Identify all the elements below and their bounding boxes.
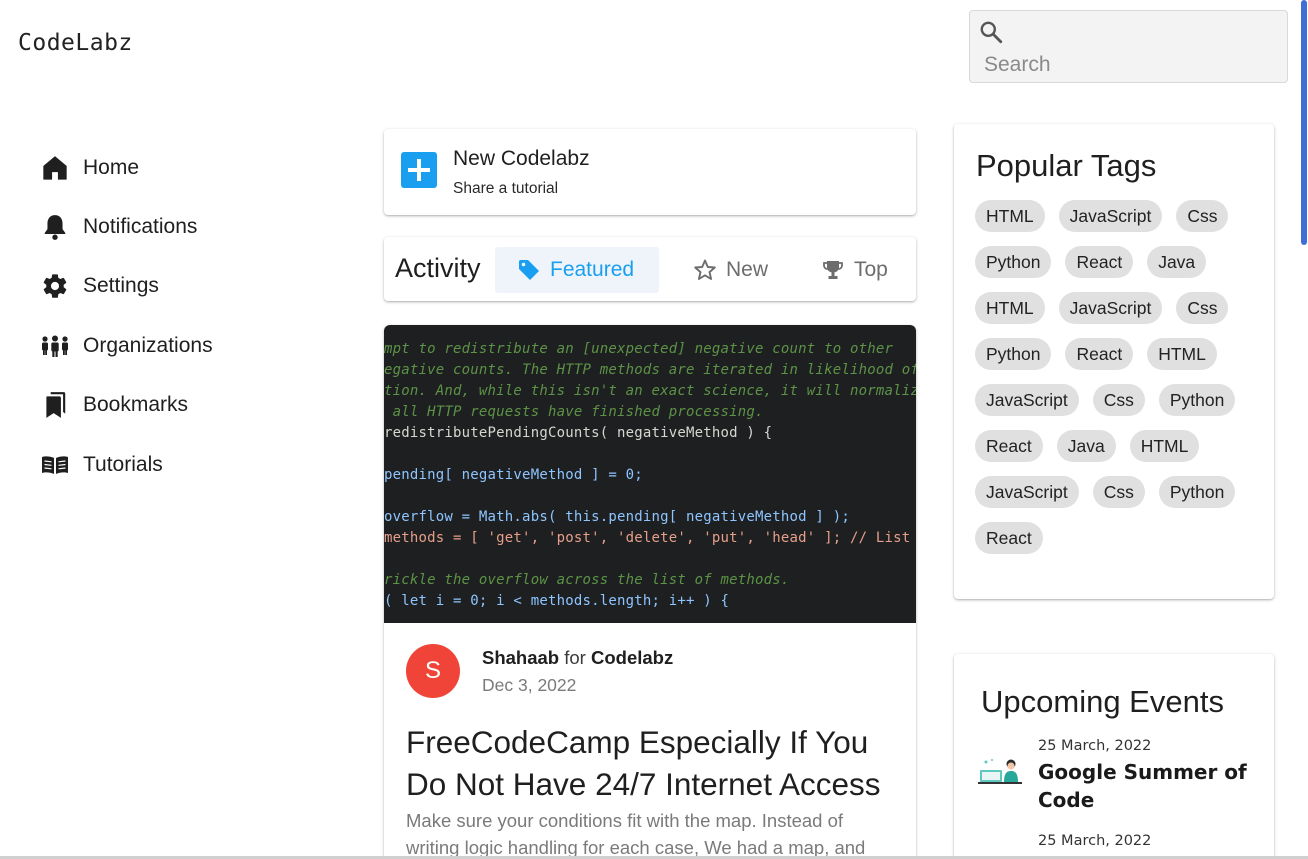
book-icon bbox=[40, 450, 70, 480]
tag-chip[interactable]: Python bbox=[975, 338, 1052, 370]
app-logo[interactable]: CodeLabz bbox=[18, 30, 133, 56]
popular-tags-heading: Popular Tags bbox=[976, 148, 1157, 183]
activity-bar: Activity Featured New Top bbox=[384, 237, 916, 301]
post-cover-image[interactable]: mpt to redistribute an [unexpected] nega… bbox=[384, 325, 916, 623]
tab-top[interactable]: Top bbox=[820, 247, 916, 293]
people-icon bbox=[40, 331, 70, 361]
tag-chip[interactable]: JavaScript bbox=[975, 384, 1079, 416]
tag-chip[interactable]: Python bbox=[1158, 476, 1236, 508]
upcoming-events-card: Upcoming Events 25 March, 2022 Google Su… bbox=[954, 654, 1274, 859]
code-line: overflow = Math.abs( this.pending[ negat… bbox=[384, 509, 850, 525]
post-excerpt: Make sure your conditions fit with the m… bbox=[406, 810, 866, 858]
tag-chip[interactable]: Java bbox=[1056, 430, 1116, 462]
trophy-icon bbox=[820, 257, 846, 283]
new-codelabz-subtitle: Share a tutorial bbox=[453, 180, 559, 197]
tag-chip[interactable]: JavaScript bbox=[1058, 200, 1163, 232]
search-icon bbox=[980, 21, 1003, 44]
search-box[interactable] bbox=[969, 10, 1288, 83]
tag-chip[interactable]: HTML bbox=[975, 200, 1045, 232]
tag-chip[interactable]: HTML bbox=[1129, 430, 1200, 462]
tab-new[interactable]: New bbox=[690, 247, 800, 293]
tag-list: HTML JavaScript Css Python React Java HTML Java… bbox=[975, 200, 1260, 554]
author-avatar[interactable]: S bbox=[406, 644, 460, 698]
activity-heading: Activity bbox=[395, 253, 481, 283]
org-name[interactable]: Codelabz bbox=[591, 647, 673, 668]
code-line: mpt to redistribute an [unexpected] nega… bbox=[384, 341, 894, 357]
code-line: redistributePendingCounts( negativeMetho… bbox=[384, 425, 773, 441]
bell-icon bbox=[40, 212, 70, 242]
tag-chip[interactable]: JavaScript bbox=[1058, 292, 1163, 324]
sidebar-item-label: Organizations bbox=[83, 333, 213, 357]
event-name[interactable]: Google Summer of Code bbox=[1038, 758, 1258, 814]
tag-chip[interactable]: React bbox=[975, 522, 1043, 554]
tag-chip[interactable]: Css bbox=[1176, 200, 1229, 232]
tag-chip[interactable]: React bbox=[1065, 246, 1134, 278]
tag-icon bbox=[516, 257, 542, 283]
upcoming-events-heading: Upcoming Events bbox=[981, 684, 1224, 719]
post-card[interactable]: mpt to redistribute an [unexpected] nega… bbox=[384, 325, 916, 859]
sidebar-item-organizations[interactable]: Organizations bbox=[40, 316, 213, 375]
sidebar-item-settings[interactable]: Settings bbox=[40, 257, 213, 316]
sidebar-item-home[interactable]: Home bbox=[40, 138, 213, 197]
tag-chip[interactable]: Css bbox=[1176, 292, 1229, 324]
tag-chip[interactable]: Java bbox=[1147, 246, 1207, 278]
for-text: for bbox=[564, 647, 586, 668]
sidebar-item-label: Home bbox=[83, 155, 140, 179]
tag-chip[interactable]: React bbox=[1065, 338, 1134, 370]
new-codelabz-title: New Codelabz bbox=[453, 147, 590, 170]
tag-chip[interactable]: Python bbox=[975, 246, 1052, 278]
star-icon bbox=[692, 257, 718, 283]
code-line: rickle the overflow across the list of m… bbox=[384, 572, 790, 588]
sidebar-item-tutorials[interactable]: Tutorials bbox=[40, 435, 213, 494]
sidebar-item-notifications[interactable]: Notifications bbox=[40, 197, 213, 256]
code-line: pending[ negativeMethod ] = 0; bbox=[384, 467, 643, 483]
search-input[interactable] bbox=[984, 53, 1274, 77]
gear-icon bbox=[40, 271, 70, 301]
sidebar-item-bookmarks[interactable]: Bookmarks bbox=[40, 376, 213, 435]
tab-label: New bbox=[726, 258, 769, 281]
event-illustration-icon bbox=[978, 759, 1022, 784]
tag-chip[interactable]: Python bbox=[1158, 384, 1236, 416]
tag-chip[interactable]: React bbox=[975, 430, 1043, 462]
sidebar-item-label: Notifications bbox=[83, 215, 198, 239]
post-title[interactable]: FreeCodeCamp Especially If You Do Not Ha… bbox=[406, 721, 906, 805]
plus-icon[interactable] bbox=[401, 152, 437, 188]
tab-featured[interactable]: Featured bbox=[495, 247, 659, 293]
sidebar-item-label: Tutorials bbox=[83, 452, 163, 476]
bookmarks-icon bbox=[40, 390, 70, 420]
code-line: methods = [ 'get', 'post', 'delete', 'pu… bbox=[384, 530, 911, 546]
code-line: ( let i = 0; i < methods.length; i++ ) { bbox=[384, 593, 730, 609]
author-line: Shahaab for Codelabz bbox=[482, 647, 673, 669]
sidebar-nav: Home Notifications Settings Organization… bbox=[40, 138, 213, 494]
tag-chip[interactable]: HTML bbox=[1147, 338, 1217, 370]
new-codelabz-card[interactable]: New Codelabz Share a tutorial bbox=[384, 129, 916, 215]
event-date: 25 March, 2022 bbox=[1038, 738, 1152, 754]
home-icon bbox=[40, 153, 70, 183]
code-line: tion. And, while this isn't an exact sci… bbox=[384, 383, 916, 399]
tab-label: Top bbox=[854, 258, 888, 281]
post-date: Dec 3, 2022 bbox=[482, 675, 577, 695]
tag-chip[interactable]: JavaScript bbox=[975, 476, 1079, 508]
tag-chip[interactable]: Css bbox=[1092, 384, 1145, 416]
popular-tags-card: Popular Tags HTML JavaScript Css Python Reac… bbox=[954, 124, 1274, 599]
code-line: all HTTP requests have finished processi… bbox=[384, 404, 764, 420]
tag-chip[interactable]: Css bbox=[1092, 476, 1145, 508]
sidebar-item-label: Bookmarks bbox=[83, 393, 189, 417]
author-name[interactable]: Shahaab bbox=[482, 647, 559, 668]
scrollbar-thumb[interactable] bbox=[1301, 0, 1307, 245]
tag-chip[interactable]: HTML bbox=[975, 292, 1045, 324]
tab-label: Featured bbox=[550, 258, 635, 281]
event-date: 25 March, 2022 bbox=[1038, 833, 1152, 849]
sidebar-item-label: Settings bbox=[83, 274, 159, 298]
code-line: egative counts. The HTTP methods are ite… bbox=[384, 362, 916, 378]
